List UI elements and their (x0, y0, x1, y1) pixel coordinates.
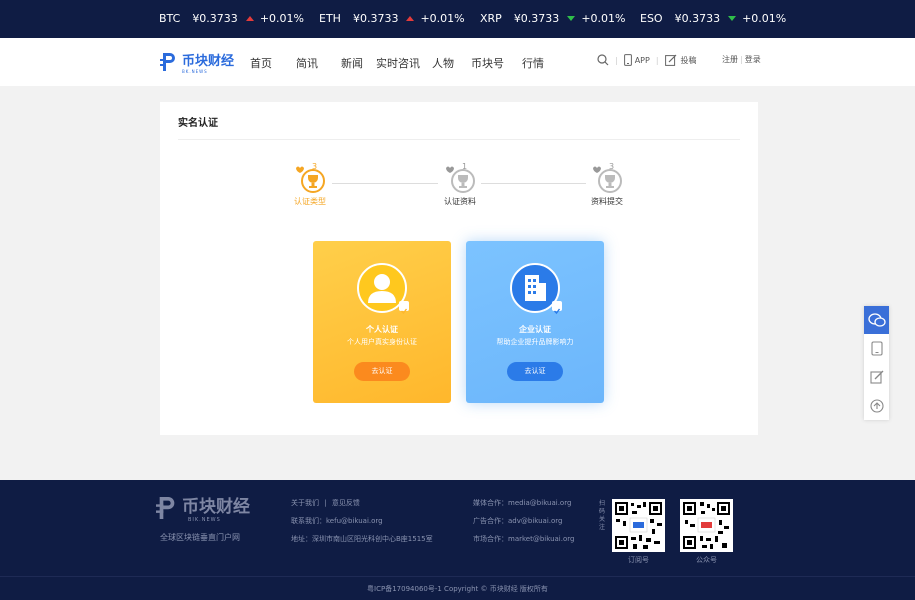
card-title: 个人认证 (366, 325, 398, 334)
ticker-item-xrp[interactable]: XRP ¥0.3733 +0.01% (480, 12, 625, 25)
footer-contact: 联系我们：kefu@bikuai.org (291, 517, 383, 525)
footer-divider (0, 576, 915, 577)
footer-address: 地址：深圳市南山区阳光科创中心B座1515室 (291, 535, 433, 543)
nav-realtime[interactable]: 实时咨讯 (376, 55, 420, 71)
ticker-symbol: XRP (480, 12, 502, 25)
step-type: 3 认证类型 (280, 162, 340, 207)
footer-slogan: 全球区块链垂直门户网 (160, 533, 240, 542)
nav-home[interactable]: 首页 (250, 55, 272, 71)
edit-icon[interactable] (864, 363, 889, 391)
site-header: 币块财经 BK.NEWS 首页 简讯 新闻 实时咨讯 人物 币块号 行情 | A… (0, 38, 915, 86)
verification-panel: 实名认证 3 认证类型 1 认证资料 3 资料提交 个人认证 个人用户真实身份认… (160, 102, 758, 435)
step-label: 资料提交 (591, 197, 623, 206)
step-number: 3 (312, 162, 318, 171)
footer-adv: 广告合作：adv@bikuai.org (473, 517, 563, 525)
ticker-change: +0.01% (420, 12, 465, 25)
feedback-link[interactable]: 意见反馈 (332, 499, 360, 507)
verified-badge-icon (399, 301, 409, 315)
header-tools: | APP | 投稿 (597, 54, 697, 66)
ticker-change: +0.01% (581, 12, 626, 25)
footer-logo-text: 币块财经 (182, 497, 250, 517)
back-to-top-icon[interactable] (864, 392, 889, 420)
logo-mark-icon (156, 496, 175, 519)
about-link[interactable]: 关于我们 (291, 499, 319, 507)
footer-logo-subtext: BIK.NEWS (188, 517, 221, 523)
scan-follow-text: 扫码关注 (598, 500, 605, 531)
step-number: 1 (462, 162, 468, 171)
logo-subtext: BK.NEWS (182, 69, 208, 74)
ticker-price: ¥0.3733 (192, 12, 238, 25)
step-number: 3 (609, 162, 615, 171)
site-logo[interactable]: 币块财经 BK.NEWS (160, 50, 234, 74)
footer-logo: 币块财经 BIK.NEWS (156, 492, 250, 523)
nav-people[interactable]: 人物 (432, 55, 454, 71)
arrow-down-icon (728, 16, 737, 21)
step-connector (481, 183, 586, 184)
footer-media: 媒体合作：media@bikuai.org (473, 499, 572, 507)
ticker-change: +0.01% (742, 12, 787, 25)
logo-mark-icon (160, 53, 175, 71)
ticker-symbol: ESO (640, 12, 663, 25)
phone-icon (623, 54, 632, 66)
tablet-icon[interactable] (864, 334, 889, 362)
qr-label-official: 公众号 (696, 556, 717, 564)
logo-text: 币块财经 (182, 54, 235, 69)
qr-code-official (680, 499, 733, 552)
trophy-icon (593, 166, 622, 193)
trophy-icon (446, 166, 475, 193)
page-title: 实名认证 (178, 118, 218, 129)
qr-code-subscription (612, 499, 665, 552)
app-link[interactable]: APP (635, 56, 650, 65)
step-submit: 3 资料提交 (577, 162, 637, 207)
personal-verification-card[interactable]: 个人认证 个人用户真实身份认证 去认证 (313, 241, 451, 403)
ticker-price: ¥0.3733 (674, 12, 721, 25)
ticker-price: ¥0.3733 (513, 12, 560, 25)
edit-icon (664, 54, 676, 66)
nav-bikuai-hao[interactable]: 币块号 (471, 55, 504, 71)
trophy-icon (296, 166, 325, 193)
ticker-symbol: ETH (319, 12, 341, 25)
price-ticker: BTC ¥0.3733 +0.01% ETH ¥0.3733 +0.01% XR… (0, 0, 915, 38)
title-divider (178, 139, 740, 140)
login-link[interactable]: 登录 (745, 54, 761, 65)
submit-link[interactable]: 投稿 (681, 55, 697, 66)
step-label: 认证类型 (294, 197, 326, 206)
copyright-text: 粤ICP备17094060号-1 Copyright © 币块财经 版权所有 (367, 585, 548, 593)
personal-verify-button[interactable]: 去认证 (354, 362, 410, 381)
arrow-down-icon (567, 16, 576, 21)
nav-briefs[interactable]: 简讯 (296, 55, 318, 71)
ticker-item-eth[interactable]: ETH ¥0.3733 +0.01% (319, 12, 465, 25)
nav-news[interactable]: 新闻 (341, 55, 363, 71)
ticker-item-btc[interactable]: BTC ¥0.3733 +0.01% (159, 12, 304, 25)
footer-market: 市场合作：market@bikuai.org (473, 535, 575, 543)
wechat-icon[interactable] (864, 306, 889, 334)
card-description: 帮助企业提升品牌影响力 (496, 338, 574, 346)
ticker-symbol: BTC (159, 12, 181, 25)
step-info: 1 认证资料 (430, 162, 490, 207)
side-toolbar (864, 306, 889, 420)
ticker-price: ¥0.3733 (352, 12, 399, 25)
register-link[interactable]: 注册 (722, 54, 738, 65)
search-icon[interactable] (597, 54, 609, 66)
arrow-up-icon (406, 16, 415, 21)
step-label: 认证资料 (444, 197, 476, 206)
ticker-change: +0.01% (259, 12, 304, 25)
nav-market[interactable]: 行情 (522, 55, 544, 71)
ticker-item-eso[interactable]: ESO ¥0.3733 +0.01% (640, 12, 786, 25)
enterprise-verification-card[interactable]: 企业认证 帮助企业提升品牌影响力 去认证 (466, 241, 604, 403)
enterprise-verify-button[interactable]: 去认证 (507, 362, 563, 381)
qr-label-subscription: 订阅号 (628, 556, 649, 564)
card-title: 企业认证 (519, 325, 551, 334)
card-description: 个人用户真实身份认证 (347, 338, 417, 346)
auth-links: 注册 | 登录 (722, 54, 761, 65)
footer-links: 关于我们 | 意见反馈 (291, 499, 360, 507)
arrow-up-icon (245, 16, 254, 21)
verified-badge-icon (552, 301, 562, 315)
site-footer: 币块财经 BIK.NEWS 全球区块链垂直门户网 关于我们 | 意见反馈 联系我… (0, 480, 915, 600)
step-connector (332, 183, 438, 184)
